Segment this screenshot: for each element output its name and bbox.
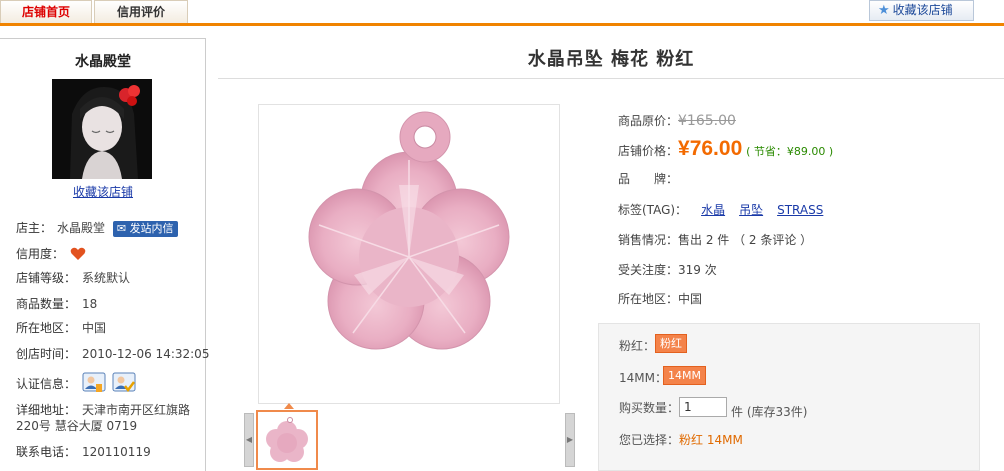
cert-row: 认证信息：	[16, 372, 136, 393]
product-title: 水晶吊坠 梅花 粉红	[527, 49, 695, 70]
qty-unit: 件 (库存33件)	[731, 405, 808, 419]
attention-row: 受关注度：319 次	[618, 261, 717, 278]
phone-label: 联系电话：	[16, 445, 77, 459]
product-main-image[interactable]	[258, 104, 560, 404]
brand-row: 品 牌：	[618, 170, 678, 187]
favorite-shop-button[interactable]: ★ 收藏该店铺	[869, 0, 974, 21]
size-label: 14MM：	[619, 371, 667, 385]
thumb-prev-arrow[interactable]: ◀	[244, 413, 254, 467]
tag-link[interactable]: 水晶	[701, 203, 725, 217]
chosen-value: 粉红 14MM	[679, 433, 743, 447]
created-label: 创店时间：	[16, 347, 77, 361]
product-region-label: 所在地区：	[618, 292, 679, 306]
shop-price-value: ¥76.00	[678, 137, 743, 160]
product-region-row: 所在地区：中国	[618, 290, 702, 307]
level-row: 店铺等级： 系统默认	[16, 270, 130, 286]
favorite-shop-link[interactable]: 收藏该店铺	[0, 183, 206, 200]
tag-link[interactable]: 吊坠	[739, 203, 763, 217]
star-icon: ★	[878, 3, 890, 18]
address-row: 详细地址： 天津市南开区红旗路	[16, 402, 190, 418]
color-label: 粉红：	[619, 339, 656, 353]
address-line2: 220号 慧谷大厦 0719	[16, 419, 138, 433]
count-label: 商品数量：	[16, 297, 77, 311]
tag-label: 标签(TAG)：	[618, 203, 688, 217]
created-value: 2010-12-06 14:32:05	[82, 347, 210, 361]
product-region-value: 中国	[678, 292, 703, 306]
save-amount: ( 节省：¥89.00 )	[746, 145, 834, 158]
color-option[interactable]: 粉红	[655, 334, 687, 353]
orig-price-label: 商品原价：	[618, 114, 679, 128]
size-option[interactable]: 14MM	[663, 366, 706, 385]
owner-label: 店主：	[16, 221, 53, 235]
address-label: 详细地址：	[16, 403, 77, 417]
sales-value: 售出 2 件 （ 2 条评论 ）	[678, 233, 813, 247]
region-label: 所在地区：	[16, 321, 77, 335]
shop-price-label: 店铺价格：	[618, 144, 679, 158]
phone-row: 联系电话： 120110119	[16, 444, 151, 460]
brand-label: 品 牌：	[618, 172, 679, 186]
mail-icon: ✉	[116, 222, 127, 235]
send-message-label: 发站内信	[129, 222, 174, 235]
owner-row: 店主： 水晶殿堂 ✉ 发站内信	[16, 220, 178, 237]
tab-shop-home[interactable]: 店铺首页	[0, 0, 92, 23]
orig-price-value: ¥165.00	[678, 113, 736, 129]
region-row: 所在地区： 中国	[16, 320, 106, 336]
sales-row: 销售情况：售出 2 件 （ 2 条评论 ）	[618, 231, 812, 248]
shop-avatar	[52, 79, 152, 179]
phone-value: 120110119	[82, 445, 151, 459]
tag-row: 标签(TAG)： 水晶 吊坠 STRASS	[618, 201, 823, 218]
quantity-input[interactable]: 1	[679, 397, 727, 417]
cert-label: 认证信息：	[16, 377, 77, 391]
level-label: 店铺等级：	[16, 271, 77, 285]
product-thumbnail[interactable]	[256, 410, 318, 470]
qty-label: 购买数量：	[619, 401, 680, 415]
tab-credit-rating[interactable]: 信用评价	[94, 0, 188, 23]
title-divider	[218, 78, 1004, 79]
shop-cert-icon[interactable]	[112, 372, 136, 394]
thumb-caret	[284, 403, 294, 409]
count-value: 18	[82, 297, 98, 311]
shop-price-row: 店铺价格：¥76.00 ( 节省：¥89.00 )	[618, 137, 833, 161]
heart-icon	[70, 247, 86, 265]
chosen-label: 您已选择：	[619, 433, 680, 447]
thumb-next-arrow[interactable]: ▶	[565, 413, 575, 467]
identity-cert-icon[interactable]	[82, 372, 106, 394]
attention-label: 受关注度：	[618, 263, 679, 277]
address-line1: 天津市南开区红旗路	[82, 403, 191, 417]
sales-label: 销售情况：	[618, 233, 679, 247]
attention-value: 319 次	[678, 263, 717, 277]
credit-row: 信用度：	[16, 246, 86, 262]
level-value: 系统默认	[82, 271, 131, 285]
favorite-shop-label: 收藏该店铺	[892, 3, 953, 17]
count-row: 商品数量： 18	[16, 296, 97, 312]
tag-link[interactable]: STRASS	[777, 203, 823, 217]
owner-value: 水晶殿堂	[57, 221, 106, 235]
orig-price-row: 商品原价：¥165.00	[618, 112, 736, 129]
send-message-button[interactable]: ✉ 发站内信	[112, 221, 178, 237]
credit-label: 信用度：	[16, 247, 65, 261]
created-row: 创店时间： 2010-12-06 14:32:05	[16, 346, 209, 362]
shop-name: 水晶殿堂	[75, 54, 131, 70]
region-value: 中国	[82, 321, 107, 335]
top-nav: 店铺首页 信用评价 ★ 收藏该店铺	[0, 0, 1004, 26]
